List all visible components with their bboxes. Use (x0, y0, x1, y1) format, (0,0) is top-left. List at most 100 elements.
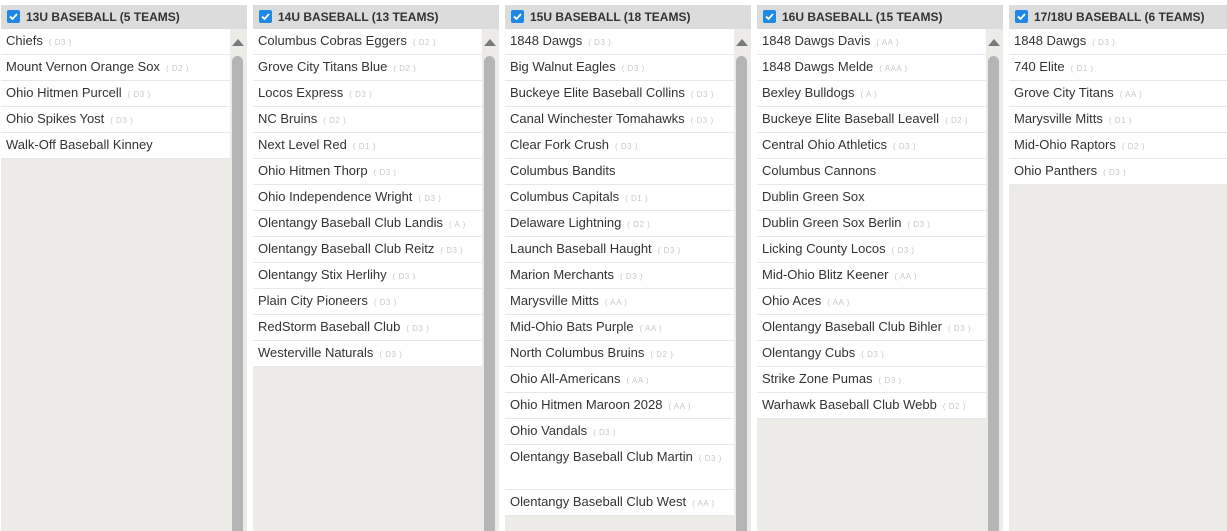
team-name: Walk-Off Baseball Kinney (6, 137, 153, 152)
team-row[interactable]: Ohio Independence Wright ( D3 ) (253, 185, 482, 211)
team-row[interactable]: Ohio Aces ( AA ) (757, 289, 986, 315)
team-division: ( D1 ) (352, 142, 376, 151)
team-division: ( D2 ) (650, 350, 674, 359)
team-row[interactable]: Westerville Naturals ( D3 ) (253, 341, 482, 367)
team-row[interactable]: Plain City Pioneers ( D3 ) (253, 289, 482, 315)
team-row[interactable]: Marysville Mitts ( D1 ) (1009, 107, 1227, 133)
scrollbar-thumb[interactable] (232, 56, 243, 531)
team-row[interactable]: 740 Elite ( D1 ) (1009, 55, 1227, 81)
team-division: ( A ) (860, 90, 878, 99)
team-name: North Columbus Bruins (510, 345, 645, 360)
team-row[interactable]: Columbus Cannons (757, 159, 986, 185)
scroll-up-arrow-icon[interactable] (484, 39, 496, 46)
scrollbar-thumb[interactable] (988, 56, 999, 531)
team-division: ( D3 ) (373, 168, 397, 177)
team-division: ( D3 ) (418, 194, 442, 203)
team-row[interactable]: Olentangy Baseball Club Reitz ( D3 ) (253, 237, 482, 263)
scrollbar[interactable] (484, 39, 496, 531)
team-row[interactable]: North Columbus Bruins ( D2 ) (505, 341, 734, 367)
team-row[interactable]: Walk-Off Baseball Kinney (1, 133, 230, 159)
column-title: 14U BASEBALL (13 TEAMS) (278, 10, 439, 24)
team-row[interactable]: Grove City Titans Blue ( D2 ) (253, 55, 482, 81)
scrollbar[interactable] (736, 39, 748, 531)
team-row[interactable]: Olentangy Baseball Club Bihler ( D3 ) (757, 315, 986, 341)
team-row[interactable]: 1848 Dawgs ( D3 ) (1009, 29, 1227, 55)
team-row[interactable]: Dublin Green Sox Berlin ( D3 ) (757, 211, 986, 237)
team-row[interactable]: Columbus Capitals ( D1 ) (505, 185, 734, 211)
team-row[interactable]: Marysville Mitts ( AA ) (505, 289, 734, 315)
team-division: ( D3 ) (1092, 38, 1116, 47)
team-row[interactable]: Mount Vernon Orange Sox ( D2 ) (1, 55, 230, 81)
team-row[interactable]: NC Bruins ( D2 ) (253, 107, 482, 133)
team-row[interactable]: Dublin Green Sox (757, 185, 986, 211)
team-row[interactable]: Bexley Bulldogs ( A ) (757, 81, 986, 107)
scroll-up-arrow-icon[interactable] (736, 39, 748, 46)
team-row[interactable]: Columbus Cobras Eggers ( D2 ) (253, 29, 482, 55)
scrollbar-thumb[interactable] (484, 56, 495, 531)
team-row[interactable]: 1848 Dawgs Davis ( AA ) (757, 29, 986, 55)
team-row[interactable]: Ohio Vandals ( D3 ) (505, 419, 734, 445)
team-name: Strike Zone Pumas (762, 371, 873, 386)
team-row[interactable]: Ohio Panthers ( D3 ) (1009, 159, 1227, 185)
checkbox-checked-icon[interactable] (7, 10, 20, 23)
team-name: 1848 Dawgs Melde (762, 59, 874, 74)
team-name: Olentangy Cubs (762, 345, 856, 360)
team-row[interactable]: Strike Zone Pumas ( D3 ) (757, 367, 986, 393)
team-name: Licking County Locos (762, 241, 886, 256)
checkbox-checked-icon[interactable] (259, 10, 272, 23)
scrollbar[interactable] (232, 39, 244, 531)
team-division: ( A ) (449, 220, 466, 229)
team-division: ( D2 ) (627, 220, 651, 229)
team-row[interactable]: Next Level Red ( D1 ) (253, 133, 482, 159)
team-row[interactable]: Ohio Hitmen Maroon 2028 ( AA ) (505, 393, 734, 419)
team-division: ( D3 ) (593, 428, 617, 437)
team-row[interactable]: Chiefs ( D3 ) (1, 29, 230, 55)
team-row[interactable]: RedStorm Baseball Club ( D3 ) (253, 315, 482, 341)
team-row[interactable]: Central Ohio Athletics ( D3 ) (757, 133, 986, 159)
checkbox-checked-icon[interactable] (763, 10, 776, 23)
team-name: Olentangy Baseball Club Martin (510, 449, 693, 464)
team-row[interactable]: Mid-Ohio Raptors ( D2 ) (1009, 133, 1227, 159)
team-row[interactable]: Olentangy Cubs ( D3 ) (757, 341, 986, 367)
team-row[interactable]: 1848 Dawgs Melde ( AAA ) (757, 55, 986, 81)
team-row[interactable]: 1848 Dawgs ( D3 ) (505, 29, 734, 55)
team-row[interactable]: Mid-Ohio Bats Purple ( AA ) (505, 315, 734, 341)
team-row[interactable]: Ohio Spikes Yost ( D3 ) (1, 107, 230, 133)
team-row[interactable]: Olentangy Baseball Club Martin ( D3 ) (505, 445, 734, 490)
team-row[interactable]: Buckeye Elite Baseball Collins ( D3 ) (505, 81, 734, 107)
team-division: ( D3 ) (110, 116, 134, 125)
team-row[interactable]: Mid-Ohio Blitz Keener ( AA ) (757, 263, 986, 289)
team-row[interactable]: Big Walnut Eagles ( D3 ) (505, 55, 734, 81)
team-name: Canal Winchester Tomahawks (510, 111, 685, 126)
team-row[interactable]: Marion Merchants ( D3 ) (505, 263, 734, 289)
team-row[interactable]: Launch Baseball Haught ( D3 ) (505, 237, 734, 263)
team-row[interactable]: Ohio All-Americans ( AA ) (505, 367, 734, 393)
team-name: Marysville Mitts (1014, 111, 1103, 126)
team-row[interactable]: Olentangy Stix Herlihy ( D3 ) (253, 263, 482, 289)
team-row[interactable]: Columbus Bandits (505, 159, 734, 185)
team-row[interactable]: Clear Fork Crush ( D3 ) (505, 133, 734, 159)
team-name: Ohio Aces (762, 293, 822, 308)
team-list: 1848 Dawgs Davis ( AA ) 1848 Dawgs Melde (… (757, 29, 986, 419)
team-division: ( D3 ) (878, 376, 902, 385)
team-row[interactable]: Locos Express ( D3 ) (253, 81, 482, 107)
team-row[interactable]: Delaware Lightning ( D2 ) (505, 211, 734, 237)
team-name: Olentangy Baseball Club West (510, 494, 687, 509)
team-division: ( D2 ) (942, 402, 966, 411)
scroll-up-arrow-icon[interactable] (988, 39, 1000, 46)
team-row[interactable]: Buckeye Elite Baseball Leavell ( D2 ) (757, 107, 986, 133)
team-row[interactable]: Olentangy Baseball Club West ( AA ) (505, 490, 734, 516)
team-row[interactable]: Grove City Titans ( AA ) (1009, 81, 1227, 107)
team-row[interactable]: Licking County Locos ( D3 ) (757, 237, 986, 263)
team-name: Ohio Spikes Yost (6, 111, 105, 126)
scrollbar-thumb[interactable] (736, 56, 747, 531)
team-row[interactable]: Olentangy Baseball Club Landis ( A ) (253, 211, 482, 237)
team-row[interactable]: Ohio Hitmen Thorp ( D3 ) (253, 159, 482, 185)
checkbox-checked-icon[interactable] (1015, 10, 1028, 23)
team-row[interactable]: Canal Winchester Tomahawks ( D3 ) (505, 107, 734, 133)
scroll-up-arrow-icon[interactable] (232, 39, 244, 46)
scrollbar[interactable] (988, 39, 1000, 531)
team-row[interactable]: Warhawk Baseball Club Webb ( D2 ) (757, 393, 986, 419)
team-row[interactable]: Ohio Hitmen Purcell ( D3 ) (1, 81, 230, 107)
checkbox-checked-icon[interactable] (511, 10, 524, 23)
